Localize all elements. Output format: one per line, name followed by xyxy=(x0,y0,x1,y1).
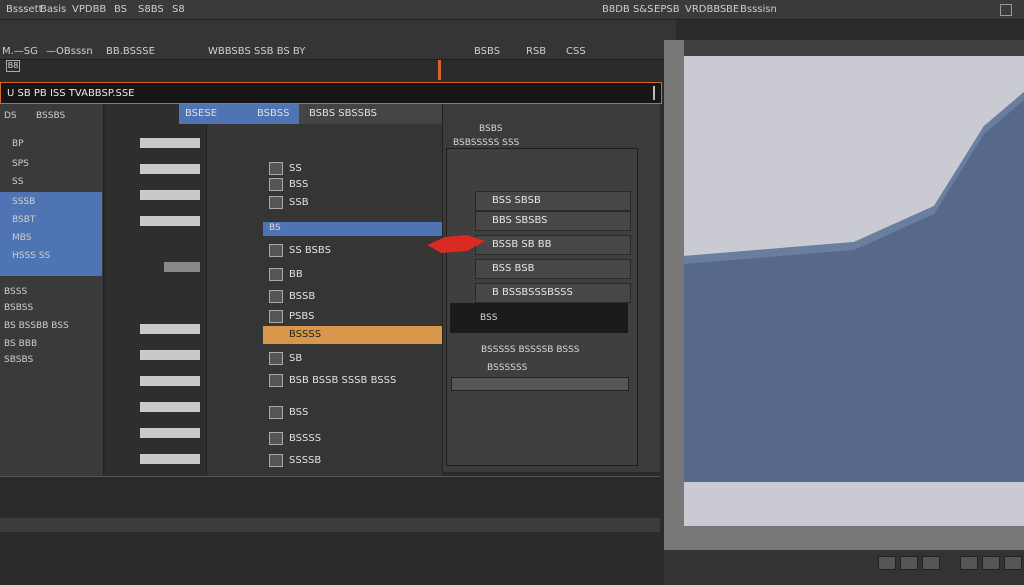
tab[interactable]: BSBSS xyxy=(251,104,299,124)
menu-item[interactable]: BS xyxy=(114,4,127,15)
bottom-panel xyxy=(0,476,660,522)
menu-item[interactable]: S8BS xyxy=(138,4,164,15)
left-header: DS xyxy=(4,111,17,121)
close-icon[interactable] xyxy=(1000,4,1012,16)
toolbar-item[interactable]: M.—SG xyxy=(2,46,38,57)
left-header: BSSBS xyxy=(36,111,66,121)
cell-grid xyxy=(106,104,206,476)
left-item[interactable]: BSSS xyxy=(4,287,27,297)
toolbar-icon[interactable]: B8 xyxy=(6,60,20,72)
list-item[interactable]: BB xyxy=(263,266,443,284)
viewport-toolbar xyxy=(684,40,1024,56)
property-row[interactable]: BSS SBSB xyxy=(475,191,631,211)
list-item[interactable]: SB xyxy=(263,350,443,368)
menu-bar: Bsssett Basis VPDBB BS S8BS S8 B8DB S&S.… xyxy=(0,0,1024,20)
property-row[interactable]: BSSB SB BB xyxy=(475,235,631,255)
toolbar-item[interactable]: CSS xyxy=(566,46,586,57)
list-item[interactable]: BSB BSSB SSSB BSSS xyxy=(263,372,443,390)
left-sidebar: DS BSSBS BP SPS SS SSSB BSBT MBS HSSS SS … xyxy=(0,104,104,480)
grid-cell xyxy=(140,138,200,148)
menu-item[interactable]: B8DB S&S. xyxy=(602,4,657,15)
left-item[interactable]: SPS xyxy=(12,159,29,169)
list-item[interactable]: BSSB xyxy=(263,288,443,306)
path-label: U SB PB ISS TVABBSP.SSE xyxy=(7,88,135,99)
grid-cell xyxy=(140,324,200,334)
property-row[interactable]: BBS SBSBS xyxy=(475,211,631,231)
left-item[interactable]: BSBT xyxy=(12,215,35,225)
property-row[interactable]: B BSSBSSSBSSS xyxy=(475,283,631,303)
3d-surface xyxy=(684,92,1024,482)
list-item[interactable]: PSBS xyxy=(263,308,443,326)
grid-cell xyxy=(140,454,200,464)
menu-item[interactable]: S8 xyxy=(172,4,185,15)
list-item[interactable]: BSS xyxy=(263,176,443,194)
menu-item[interactable]: Bsssisn xyxy=(740,4,777,15)
toolbar-item[interactable]: BB.BSSSE xyxy=(106,46,155,57)
panel-subhead: BSBSSSSS SSS xyxy=(453,138,520,148)
menu-item[interactable]: VRDBBS xyxy=(685,4,726,15)
toolbar: M.—SG —OBsssn BB.BSSSE WBBSBS SSB BS BY … xyxy=(0,20,676,60)
left-item[interactable]: SSSB xyxy=(12,197,35,207)
dark-bar: BSS xyxy=(450,303,628,333)
grid-cell xyxy=(140,164,200,174)
status-bar xyxy=(0,518,660,532)
tab-bar: BSESE BSBSS BSBS SBSSBS xyxy=(179,104,443,124)
left-item[interactable]: BSBSS xyxy=(4,303,33,313)
tab[interactable]: BSBS SBSSBS xyxy=(303,104,383,124)
toolbar-item[interactable]: RSB xyxy=(526,46,546,57)
menu-item[interactable]: Bsssett xyxy=(6,4,42,15)
menu-item[interactable]: EPSB xyxy=(654,4,680,15)
list-item[interactable]: SSSSB xyxy=(263,452,443,470)
toolbar-item[interactable]: WBBSBS SSB BS BY xyxy=(208,46,305,57)
left-item[interactable]: SBSBS xyxy=(4,355,33,365)
left-item[interactable]: BS BBB xyxy=(4,339,37,349)
grid-cell xyxy=(140,428,200,438)
toolbar-item[interactable]: —OBsssn xyxy=(46,46,93,57)
grid-cell xyxy=(140,376,200,386)
footer-button[interactable] xyxy=(960,556,978,570)
panel-heading: BSBS xyxy=(479,124,503,134)
list-item[interactable]: SS BSBS xyxy=(263,242,443,260)
left-item[interactable]: HSSS SS xyxy=(12,251,50,261)
grid-cell xyxy=(140,216,200,226)
property-label: BSSSSSS xyxy=(487,363,528,373)
center-panel: BSESE BSBSS BSBS SBSSBS SS BSS SSB BS SS… xyxy=(179,104,443,484)
footer-button[interactable] xyxy=(878,556,896,570)
property-field[interactable] xyxy=(451,377,629,391)
grid-cell xyxy=(140,190,200,200)
grid-cell xyxy=(140,402,200,412)
left-item[interactable]: MBS xyxy=(12,233,32,243)
viewport-footer xyxy=(664,550,1024,585)
left-item[interactable]: SS xyxy=(12,177,23,187)
list-item[interactable]: SSB xyxy=(263,194,443,212)
property-label: BSSSSS BSSSSB BSSS xyxy=(481,345,580,355)
list-item[interactable]: BSSSS xyxy=(263,430,443,448)
list-item[interactable]: BSS xyxy=(263,404,443,422)
toolbar-divider xyxy=(438,60,441,80)
footer-button[interactable] xyxy=(900,556,918,570)
footer-button[interactable] xyxy=(982,556,1000,570)
path-end-icon xyxy=(653,86,655,100)
path-bar[interactable]: U SB PB ISS TVABBSP.SSE xyxy=(0,82,662,104)
grid-cell xyxy=(164,262,200,272)
menu-item[interactable]: BE xyxy=(726,4,739,15)
footer-button[interactable] xyxy=(922,556,940,570)
menu-item[interactable]: VPDBB xyxy=(72,4,106,15)
footer-button[interactable] xyxy=(1004,556,1022,570)
left-item[interactable]: BS BSSBB BSS xyxy=(4,321,69,331)
grid-cell xyxy=(140,350,200,360)
viewport-canvas[interactable] xyxy=(684,56,1024,526)
left-item[interactable]: BP xyxy=(12,139,24,149)
toolbar-item[interactable]: BSBS xyxy=(474,46,500,57)
property-row[interactable]: BSS BSB xyxy=(475,259,631,279)
red-marker-icon xyxy=(427,235,485,253)
tab-selected[interactable]: BSESE xyxy=(179,104,251,124)
menu-item[interactable]: Basis xyxy=(40,4,66,15)
list-item-highlighted[interactable]: BSSSS xyxy=(263,326,443,344)
list-selection[interactable]: BS xyxy=(263,222,443,236)
